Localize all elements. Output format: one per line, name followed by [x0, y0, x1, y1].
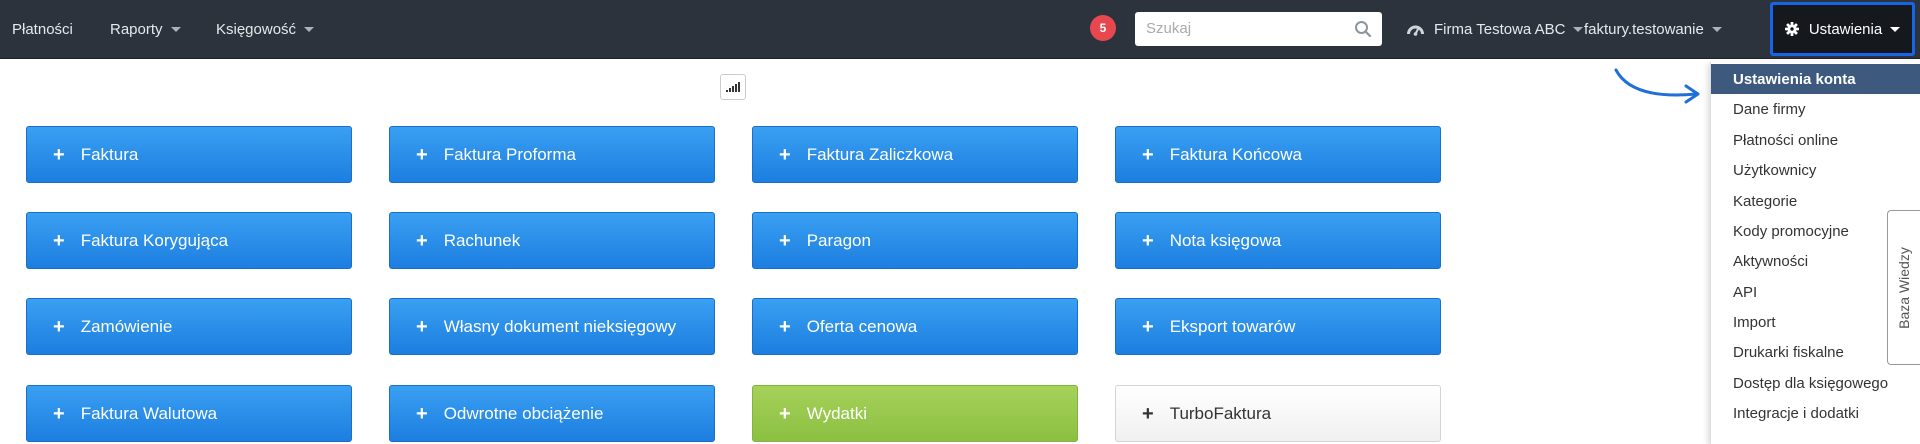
plus-icon: + — [53, 315, 65, 338]
settings-label: Ustawienia — [1808, 20, 1883, 38]
button-label: Własny dokument nieksięgowy — [443, 316, 677, 336]
chevron-down-icon — [170, 26, 181, 32]
button-label: Faktura Walutowa — [80, 403, 218, 423]
menu-item-dostep-dla-ksiegowego[interactable]: Dostęp dla księgowego — [1711, 368, 1920, 398]
nav-platnosci-label: Płatności — [12, 20, 73, 38]
user-name: faktury.testowanie — [1584, 20, 1704, 38]
plus-icon: + — [1142, 143, 1154, 166]
button-label: Rachunek — [443, 230, 521, 250]
chevron-down-icon — [1573, 26, 1584, 32]
new-faktura-proforma-button[interactable]: + Faktura Proforma — [389, 126, 715, 183]
new-faktura-zaliczkowa-button[interactable]: + Faktura Zaliczkowa — [752, 126, 1078, 183]
notification-count: 5 — [1099, 21, 1107, 35]
menu-item-dane-firmy[interactable]: Dane firmy — [1711, 94, 1920, 124]
new-nota-ksiegowa-button[interactable]: + Nota księgowa — [1115, 212, 1441, 269]
top-navbar: Płatności Raporty Księgowość 5 Firma Tes… — [0, 0, 1920, 59]
new-wlasny-dokument-button[interactable]: + Własny dokument nieksięgowy — [389, 298, 715, 355]
company-switcher[interactable]: Firma Testowa ABC — [1407, 0, 1584, 58]
user-menu[interactable]: faktury.testowanie — [1584, 0, 1722, 58]
button-label: Zamówienie — [80, 316, 173, 336]
plus-icon: + — [416, 229, 428, 252]
company-name: Firma Testowa ABC — [1434, 20, 1566, 38]
new-rachunek-button[interactable]: + Rachunek — [389, 212, 715, 269]
plus-icon: + — [53, 229, 65, 252]
menu-item-ustawienia-konta[interactable]: Ustawienia konta — [1711, 64, 1920, 94]
plus-icon: + — [416, 143, 428, 166]
button-label: TurboFaktura — [1169, 403, 1272, 423]
plus-icon: + — [416, 402, 428, 425]
nav-raporty-label: Raporty — [110, 20, 163, 38]
new-paragon-button[interactable]: + Paragon — [752, 212, 1078, 269]
menu-item-platnosci-online[interactable]: Płatności online — [1711, 125, 1920, 155]
button-label: Faktura Korygująca — [80, 230, 229, 250]
nav-platnosci[interactable]: Płatności — [12, 0, 73, 58]
chevron-down-icon — [1890, 26, 1901, 32]
stats-toggle-button[interactable] — [720, 74, 746, 100]
plus-icon: + — [779, 315, 791, 338]
new-faktura-koncowa-button[interactable]: + Faktura Końcowa — [1115, 126, 1441, 183]
button-label: Faktura Proforma — [443, 144, 576, 164]
notification-badge[interactable]: 5 — [1090, 15, 1116, 41]
menu-item-integracje-i-dodatki[interactable]: Integracje i dodatki — [1711, 398, 1920, 428]
plus-icon: + — [53, 402, 65, 425]
plus-icon: + — [779, 143, 791, 166]
button-label: Nota księgowa — [1169, 230, 1282, 250]
plus-icon: + — [53, 143, 65, 166]
button-label: Faktura Zaliczkowa — [806, 144, 954, 164]
plus-icon: + — [1142, 229, 1154, 252]
signal-bars-icon — [726, 82, 740, 92]
plus-icon: + — [779, 402, 791, 425]
chevron-down-icon — [1711, 26, 1722, 32]
plus-icon: + — [779, 229, 791, 252]
button-label: Eksport towarów — [1169, 316, 1296, 336]
settings-dropdown-button[interactable]: Ustawienia — [1770, 2, 1915, 56]
button-label: Faktura — [80, 144, 139, 164]
button-label: Wydatki — [806, 403, 867, 423]
button-label: Faktura Końcowa — [1169, 144, 1302, 164]
button-label: Oferta cenowa — [806, 316, 918, 336]
gear-icon — [1784, 22, 1799, 36]
plus-icon: + — [1142, 315, 1154, 338]
new-faktura-button[interactable]: + Faktura — [26, 126, 352, 183]
wydatki-button[interactable]: + Wydatki — [752, 385, 1078, 442]
new-eksport-towarow-button[interactable]: + Eksport towarów — [1115, 298, 1441, 355]
knowledge-base-tab[interactable]: Baza Wiedzy — [1887, 210, 1920, 365]
plus-icon: + — [1142, 402, 1154, 425]
nav-raporty-dropdown[interactable]: Raporty — [110, 0, 181, 58]
curved-arrow-icon — [1614, 68, 1700, 104]
chevron-down-icon — [304, 26, 315, 32]
button-label: Paragon — [806, 230, 871, 250]
button-label: Odwrotne obciążenie — [443, 403, 604, 423]
nav-ksiegowosc-label: Księgowość — [216, 20, 297, 38]
new-oferta-cenowa-button[interactable]: + Oferta cenowa — [752, 298, 1078, 355]
search-input[interactable] — [1135, 12, 1346, 44]
search-box — [1135, 12, 1382, 46]
knowledge-base-label: Baza Wiedzy — [1896, 246, 1912, 329]
turbofaktura-button[interactable]: + TurboFaktura — [1115, 385, 1441, 442]
menu-item-uzytkownicy[interactable]: Użytkownicy — [1711, 155, 1920, 185]
new-zamowienie-button[interactable]: + Zamówienie — [26, 298, 352, 355]
new-odwrotne-obciazenie-button[interactable]: + Odwrotne obciążenie — [389, 385, 715, 442]
plus-icon: + — [416, 315, 428, 338]
nav-ksiegowosc-dropdown[interactable]: Księgowość — [216, 0, 315, 58]
new-faktura-korygujaca-button[interactable]: + Faktura Korygująca — [26, 212, 352, 269]
search-icon[interactable] — [1354, 20, 1372, 38]
dashboard-gauge-icon — [1407, 25, 1424, 36]
new-faktura-walutowa-button[interactable]: + Faktura Walutowa — [26, 385, 352, 442]
